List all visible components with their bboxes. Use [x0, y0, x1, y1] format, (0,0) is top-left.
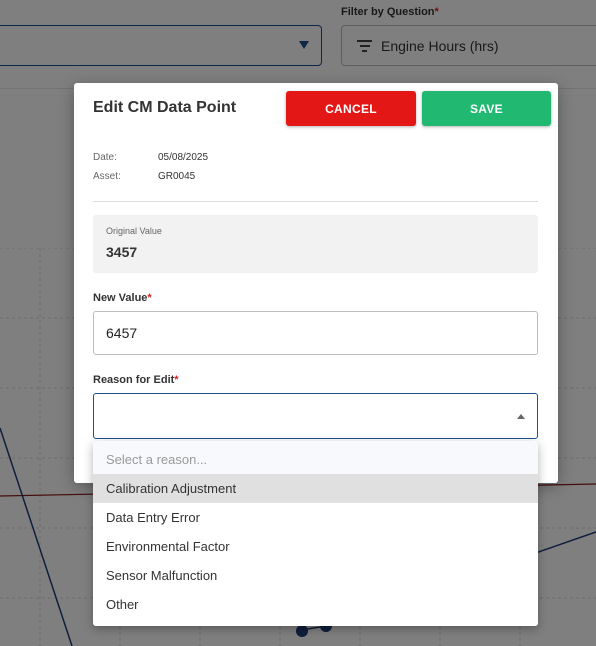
cancel-button[interactable]: CANCEL: [286, 91, 416, 126]
reason-option-calibration-adjustment[interactable]: Calibration Adjustment: [93, 474, 538, 503]
dialog-title: Edit CM Data Point: [93, 99, 237, 116]
original-value: 3457: [106, 244, 138, 260]
reason-label: Reason for Edit*: [93, 374, 179, 386]
new-value-input[interactable]: [93, 311, 538, 355]
original-value-label: Original Value: [106, 226, 162, 236]
reason-option-environmental-factor[interactable]: Environmental Factor: [93, 532, 538, 561]
asset-label: Asset:: [93, 171, 121, 182]
reason-option-sensor-malfunction[interactable]: Sensor Malfunction: [93, 561, 538, 590]
date-label: Date:: [93, 152, 117, 163]
edit-data-point-dialog: Edit CM Data Point CANCEL SAVE Date: 05/…: [74, 83, 558, 483]
reason-option-other[interactable]: Other: [93, 590, 538, 619]
date-value: 05/08/2025: [158, 152, 209, 163]
original-value-box: Original Value 3457: [93, 215, 538, 273]
reason-option-data-entry-error[interactable]: Data Entry Error: [93, 503, 538, 532]
divider: [93, 201, 538, 202]
asset-value: GR0045: [158, 171, 196, 182]
reason-placeholder-option[interactable]: Select a reason...: [93, 441, 538, 474]
new-value-label: New Value*: [93, 292, 152, 304]
reason-dropdown-list: Select a reason... Calibration Adjustmen…: [93, 441, 538, 626]
chevron-up-icon: [517, 414, 525, 419]
save-button[interactable]: SAVE: [422, 91, 551, 126]
reason-select[interactable]: [93, 393, 538, 439]
